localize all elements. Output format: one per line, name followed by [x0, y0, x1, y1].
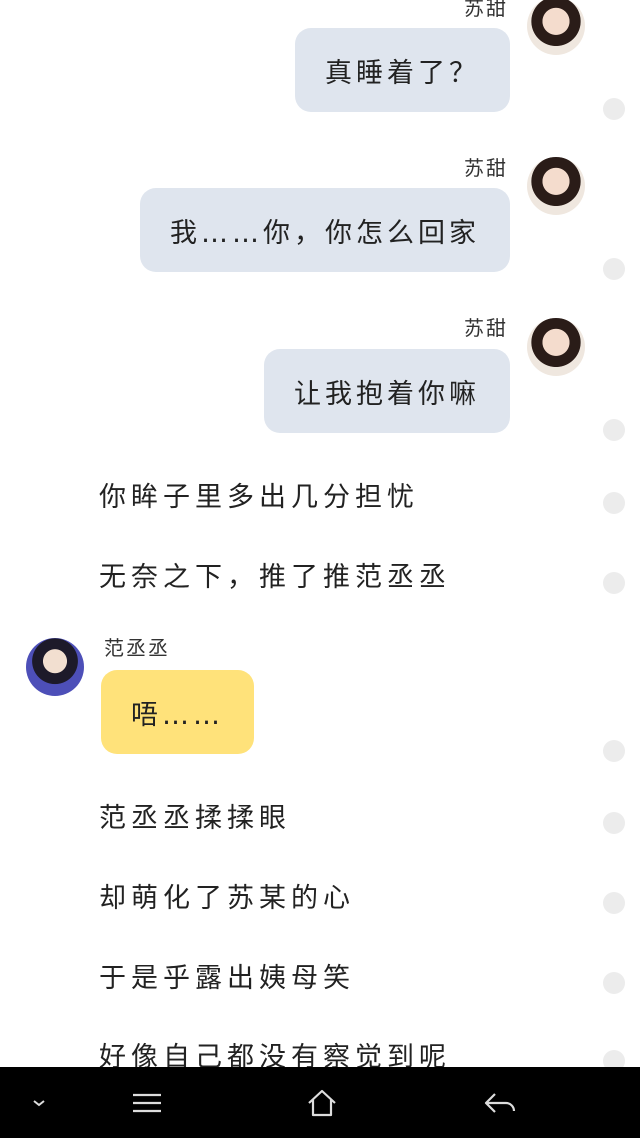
narration-line: 范丞丞揉揉眼	[99, 803, 291, 834]
chat-bubble: 真睡着了？	[295, 28, 510, 112]
narration-line: 却萌化了苏某的心	[99, 883, 355, 914]
avatar[interactable]	[527, 0, 585, 55]
sender-name: 范丞丞	[104, 636, 170, 660]
select-dot[interactable]	[603, 492, 625, 514]
chat-bubble: 我……你，你怎么回家	[140, 188, 510, 272]
narration-line: 你眸子里多出几分担忧	[99, 482, 419, 513]
home-icon[interactable]	[293, 1067, 351, 1138]
message-text: 让我抱着你嘛	[294, 378, 480, 410]
avatar[interactable]	[527, 318, 585, 376]
sender-name: 苏甜	[464, 316, 508, 340]
select-dot[interactable]	[603, 572, 625, 594]
narration-line: 无奈之下，推了推范丞丞	[99, 562, 451, 593]
message-text: 唔……	[131, 699, 224, 731]
select-dot[interactable]	[603, 892, 625, 914]
navigation-bar	[0, 1067, 640, 1138]
select-dot[interactable]	[603, 258, 625, 280]
select-dot[interactable]	[603, 972, 625, 994]
message-text: 真睡着了？	[325, 57, 480, 89]
narration-line: 于是乎露出姨母笑	[99, 963, 355, 994]
select-dot[interactable]	[603, 740, 625, 762]
chevron-down-icon[interactable]	[18, 1067, 60, 1138]
select-dot[interactable]	[603, 419, 625, 441]
chat-bubble: 唔……	[101, 670, 254, 754]
back-icon[interactable]	[468, 1067, 530, 1138]
sender-name: 苏甜	[464, 156, 508, 180]
menu-icon[interactable]	[120, 1067, 174, 1138]
sender-name: 苏甜	[464, 0, 508, 20]
select-dot[interactable]	[603, 98, 625, 120]
avatar[interactable]	[527, 157, 585, 215]
select-dot[interactable]	[603, 812, 625, 834]
avatar[interactable]	[26, 638, 84, 696]
chat-bubble: 让我抱着你嘛	[264, 349, 510, 433]
message-text: 我……你，你怎么回家	[170, 217, 480, 249]
